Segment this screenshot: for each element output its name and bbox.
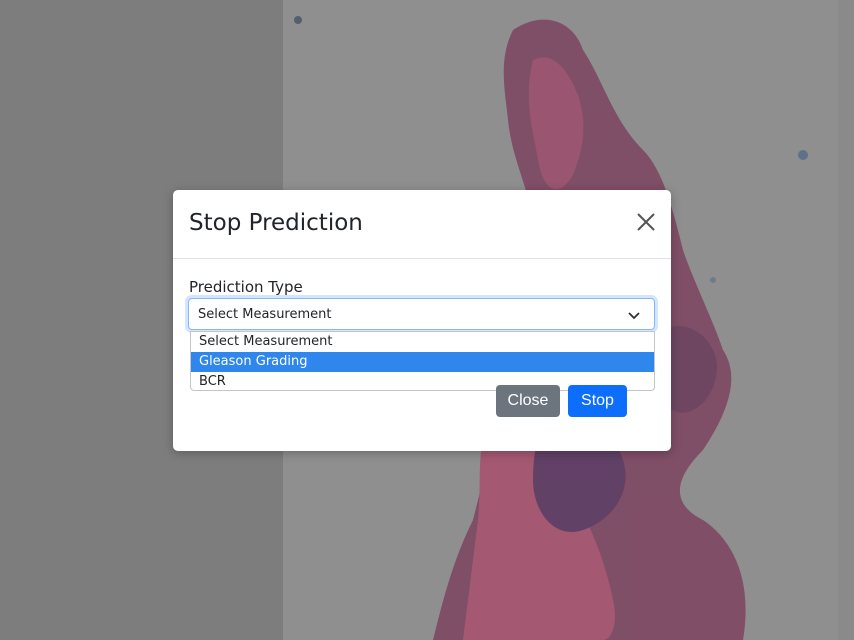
option-gleason-grading[interactable]: Gleason Grading: [191, 352, 654, 372]
select-options-list: Select Measurement Gleason Grading BCR: [190, 331, 655, 391]
modal-title: Stop Prediction: [189, 210, 363, 236]
prediction-type-select[interactable]: Select Measurement: [188, 298, 655, 330]
stop-prediction-modal: Stop Prediction Prediction Type Select M…: [173, 190, 671, 451]
close-button[interactable]: Close: [496, 385, 560, 417]
option-select-measurement[interactable]: Select Measurement: [191, 332, 654, 352]
chevron-down-icon: [628, 312, 640, 320]
prediction-type-label: Prediction Type: [189, 278, 303, 296]
modal-header: Stop Prediction: [173, 190, 671, 259]
select-current-value: Select Measurement: [198, 307, 332, 322]
stop-button[interactable]: Stop: [568, 385, 627, 417]
close-icon[interactable]: [635, 211, 657, 233]
